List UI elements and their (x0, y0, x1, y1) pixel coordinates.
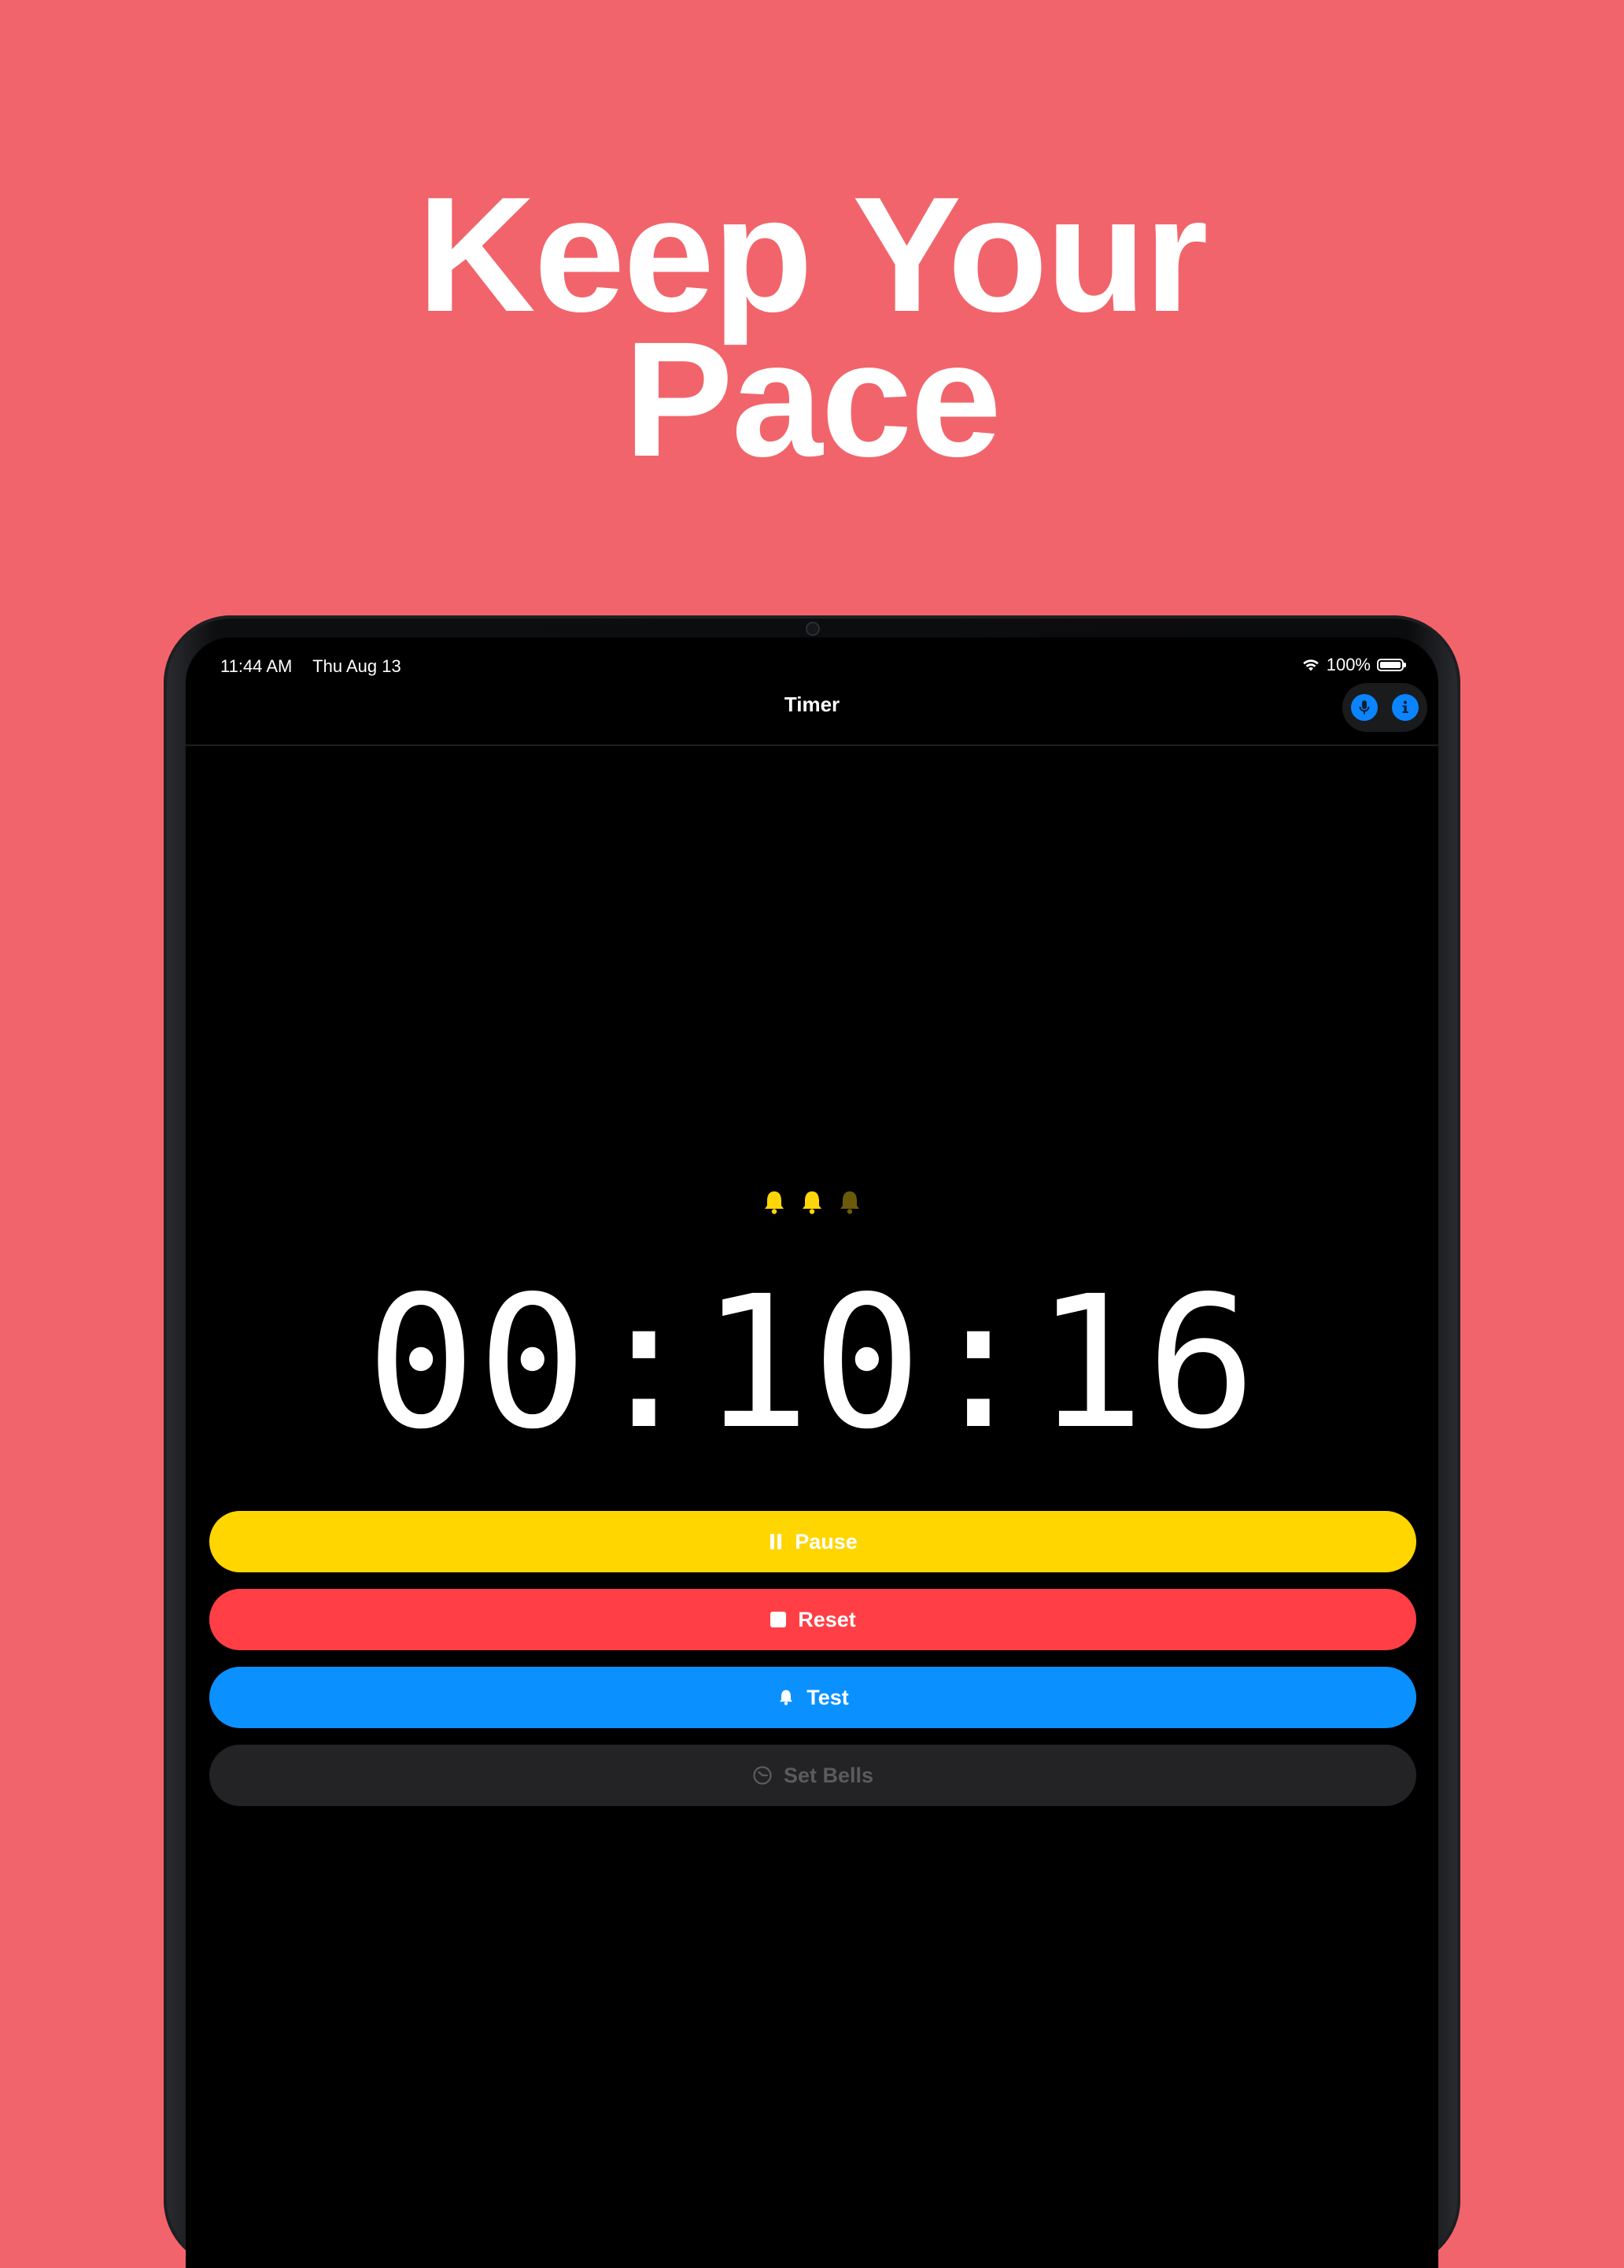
reset-label: Reset (798, 1607, 856, 1631)
battery-percentage: 100% (1326, 655, 1371, 674)
app-screen: 11:44 AM Thu Aug 13 100% Timer 00:10:16 … (186, 637, 1438, 2268)
bell-indicator-1-icon (760, 1188, 788, 1217)
pause-button[interactable]: Pause (209, 1511, 1416, 1572)
pause-label: Pause (795, 1529, 858, 1553)
battery-icon (1377, 659, 1406, 671)
set-bells-button[interactable]: Set Bells (209, 1745, 1416, 1806)
nav-divider (186, 744, 1438, 746)
status-bar-right: 100% (1301, 655, 1406, 675)
headline: Keep Your Pace (0, 164, 1624, 491)
bell-indicator-2-icon (798, 1188, 826, 1217)
nav-button-group (1342, 683, 1427, 732)
reset-button[interactable]: Reset (209, 1589, 1416, 1650)
nav-title: Timer (784, 693, 840, 716)
pause-icon (768, 1532, 784, 1551)
bell-icon (777, 1687, 795, 1708)
headline-line-2: Pace (624, 308, 1002, 491)
info-icon (1398, 699, 1412, 716)
front-camera (806, 622, 820, 636)
microphone-button[interactable] (1351, 694, 1378, 721)
ipad-frame: 11:44 AM Thu Aug 13 100% Timer 00:10:16 … (164, 615, 1460, 2268)
bell-indicators (186, 1188, 1438, 1217)
status-bar-left: 11:44 AM Thu Aug 13 (220, 656, 401, 677)
test-button[interactable]: Test (209, 1667, 1416, 1728)
bell-indicator-3-icon (836, 1188, 864, 1217)
headline-line-1: Keep Your (417, 164, 1208, 346)
status-date: Thu Aug 13 (312, 656, 401, 676)
status-time: 11:44 AM (220, 656, 293, 676)
stop-icon (770, 1611, 787, 1628)
timer-display: 00:10:16 (366, 1257, 1258, 1469)
microphone-icon (1357, 699, 1371, 716)
wifi-icon (1301, 658, 1320, 672)
timer-icon (752, 1765, 773, 1786)
info-button[interactable] (1392, 694, 1419, 721)
test-label: Test (806, 1685, 849, 1709)
set-bells-label: Set Bells (783, 1763, 874, 1787)
